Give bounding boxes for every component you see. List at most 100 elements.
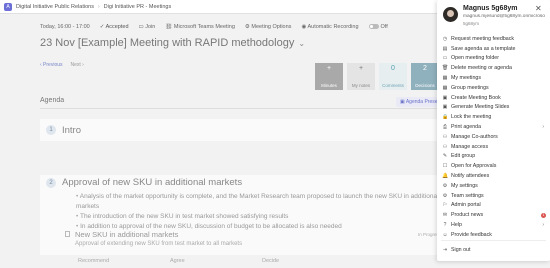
- tile-decisions-label: Decisions: [415, 83, 435, 88]
- print-icon: ⎙: [442, 124, 447, 131]
- gear-icon: ⚙: [442, 182, 448, 189]
- menu-label: Provide feedback: [451, 231, 492, 238]
- tile-minutes-value: +: [326, 65, 332, 72]
- column-recommend: Recommend: [78, 258, 110, 264]
- sub-item-title[interactable]: New SKU in additional markets: [75, 230, 178, 239]
- tile-minutes[interactable]: + Minutes: [315, 63, 343, 90]
- next-link[interactable]: Next ›: [71, 62, 84, 68]
- tile-notes-value: +: [358, 65, 364, 72]
- menu-save-template[interactable]: ▤ Save agenda as a template: [437, 44, 550, 54]
- meeting-options-link[interactable]: ⚙ Meeting Options: [245, 24, 292, 30]
- app-logo[interactable]: A: [4, 2, 12, 11]
- breadcrumb-separator: ›: [97, 3, 100, 10]
- menu-open-approvals[interactable]: ☐ Open for Approvals: [437, 161, 550, 171]
- menu-lock-meeting[interactable]: 🔒 Lock the meeting: [437, 112, 550, 122]
- agenda-item-1[interactable]: 1 Intro: [40, 119, 440, 141]
- item-title[interactable]: Approval of new SKU in additional market…: [62, 177, 242, 188]
- breadcrumb-workspace[interactable]: Digital Initiative Public Relations: [16, 4, 94, 10]
- bullet-text: The introduction of the new SKU in test …: [76, 212, 440, 222]
- users-icon: ⚇: [442, 143, 448, 150]
- smiley-icon: ☺: [442, 231, 448, 238]
- clock-icon: ◷: [442, 35, 448, 42]
- user-email: magnus.mjesund@5g68ym.onmicrosoft.com: [463, 14, 545, 19]
- flag-icon: ⚐: [442, 202, 448, 209]
- tile-my-notes[interactable]: + My notes: [347, 63, 375, 90]
- agenda-heading: Agenda: [40, 97, 65, 104]
- join-link[interactable]: ▭ Join: [139, 24, 156, 30]
- menu-label: Lock the meeting: [451, 114, 492, 121]
- toggle-switch[interactable]: [368, 24, 379, 30]
- tile-decisions-value: 2: [423, 65, 427, 72]
- menu-label: Print agenda: [451, 124, 482, 131]
- menu-label: Edit group: [451, 153, 476, 160]
- tile-comments-label: Comments: [382, 83, 404, 88]
- menu-admin-portal[interactable]: ⚐ Admin portal: [437, 201, 550, 211]
- column-decide: Decide: [262, 258, 280, 264]
- menu-team-settings[interactable]: ⚙ Team settings: [437, 191, 550, 201]
- user-menu-panel: Magnus 5g68ym magnus.mjesund@5g68ym.onmi…: [437, 0, 550, 261]
- menu-label: Notify attendees: [451, 173, 490, 180]
- tile-decisions[interactable]: 2 Decisions: [411, 63, 439, 90]
- menu-label: My settings: [451, 182, 478, 189]
- menu-manage-coauthors[interactable]: ⚇ Manage Co-authors: [437, 132, 550, 142]
- template-icon: ▤: [442, 45, 448, 52]
- menu-help[interactable]: ? Help ›: [437, 220, 550, 230]
- menu-request-feedback[interactable]: ◷ Request meeting feedback: [437, 34, 550, 44]
- tile-comments[interactable]: 0 Comments: [379, 63, 407, 90]
- previous-link[interactable]: ‹ Previous: [40, 62, 63, 68]
- menu-provide-feedback[interactable]: ☺ Provide feedback: [437, 230, 550, 240]
- menu-print-agenda[interactable]: ⎙ Print agenda ›: [437, 122, 550, 132]
- users-icon: ⚇: [442, 133, 448, 140]
- menu-label: Delete meeting or agenda: [451, 65, 512, 72]
- sign-out-row[interactable]: ⇥ Sign out: [437, 245, 550, 255]
- teams-link[interactable]: ⛓ Microsoft Teams Meeting: [165, 24, 235, 30]
- menu-label: Generate Meeting Slides: [451, 104, 510, 111]
- auto-recording-toggle[interactable]: Off: [368, 24, 388, 30]
- menu-label: Request meeting feedback: [451, 35, 515, 42]
- sign-out-icon: ⇥: [442, 246, 448, 253]
- menu-group-meetings[interactable]: ▦ Group meetings: [437, 83, 550, 93]
- menu-label: Admin portal: [451, 202, 481, 209]
- lock-icon: 🔒: [442, 114, 449, 121]
- menu-create-book[interactable]: ▣ Create Meeting Book: [437, 93, 550, 103]
- chevron-right-icon: ›: [542, 222, 544, 229]
- meeting-title[interactable]: 23 Nov [Example] Meeting with RAPID meth…: [40, 37, 305, 49]
- tile-minutes-label: Minutes: [321, 83, 337, 88]
- item-title[interactable]: Intro: [62, 125, 81, 136]
- checkbox-icon: ☐: [442, 163, 448, 170]
- tile-comments-value: 0: [391, 65, 395, 72]
- book-icon: ▣: [442, 94, 448, 101]
- menu-my-settings[interactable]: ⚙ My settings: [437, 181, 550, 191]
- close-icon[interactable]: ✕: [535, 4, 542, 13]
- calendar-icon: ▦: [442, 84, 448, 91]
- menu-label: Help: [451, 222, 462, 229]
- pencil-icon: ✎: [442, 153, 448, 160]
- agenda-divider: [40, 108, 440, 109]
- bullet-text: Analysis of the market opportunity is co…: [76, 192, 440, 212]
- menu-generate-slides[interactable]: ▣ Generate Meeting Slides: [437, 103, 550, 113]
- help-icon: ?: [443, 222, 447, 229]
- slides-icon: ▣: [442, 104, 448, 111]
- column-agree: Agree: [170, 258, 185, 264]
- menu-sign-out[interactable]: ⇥ Sign out: [437, 245, 550, 255]
- menu-notify-attendees[interactable]: 🔔 Notify attendees: [437, 171, 550, 181]
- menu-label: Open for Approvals: [451, 163, 497, 170]
- user-menu: ◷ Request meeting feedback ▤ Save agenda a…: [437, 34, 550, 240]
- avatar: [443, 7, 458, 22]
- menu-my-meetings[interactable]: ▦ My meetings: [437, 73, 550, 83]
- menu-divider: [441, 240, 546, 241]
- menu-open-folder[interactable]: ▭ Open meeting folder: [437, 54, 550, 64]
- menu-edit-group[interactable]: ✎ Edit group: [437, 152, 550, 162]
- item-number: 2: [46, 178, 56, 188]
- chevron-right-icon: ›: [542, 124, 544, 131]
- sub-item-description: Approval of extending new SKU from test …: [75, 241, 243, 247]
- menu-delete-meeting[interactable]: 🗑 Delete meeting or agenda: [437, 63, 550, 73]
- breadcrumb-group[interactable]: Digi Initiative PR - Meetings: [104, 4, 172, 10]
- folder-icon: ▭: [442, 55, 448, 62]
- gear-icon: ⚙: [442, 192, 448, 199]
- menu-label: Create Meeting Book: [451, 94, 501, 101]
- menu-product-news[interactable]: ✉ Product news 1: [437, 210, 550, 220]
- accepted-status[interactable]: ✓ Accepted: [100, 24, 129, 30]
- chevron-down-icon[interactable]: ⌄: [298, 39, 305, 48]
- menu-manage-access[interactable]: ⚇ Manage access: [437, 142, 550, 152]
